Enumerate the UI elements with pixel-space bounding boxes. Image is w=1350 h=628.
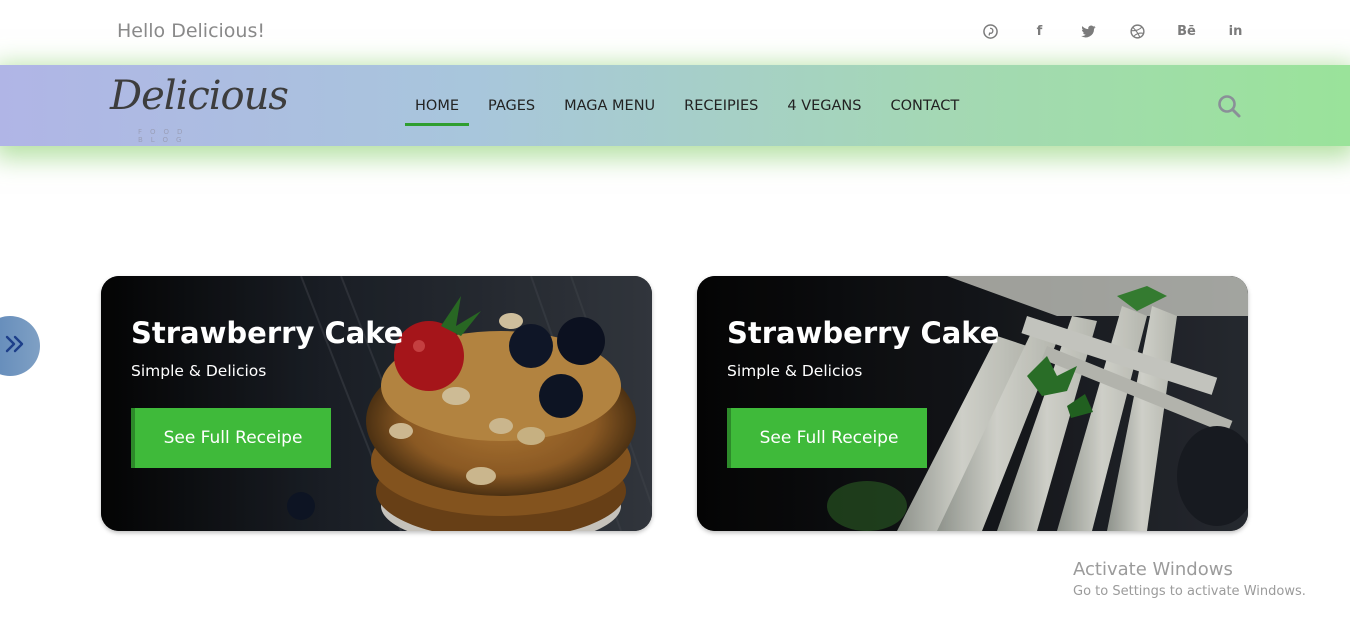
behance-icon[interactable]: Bē <box>1174 20 1199 42</box>
recipe-card: Strawberry Cake Simple & Delicios See Fu… <box>101 276 652 531</box>
nav-item-pages[interactable]: PAGES <box>478 65 545 146</box>
card-title: Strawberry Cake <box>131 316 404 350</box>
nav-item-receipies[interactable]: RECEIPIES <box>674 65 768 146</box>
side-panel-toggle[interactable] <box>0 316 40 376</box>
social-links: f Bē in <box>978 20 1248 42</box>
recipe-photo-noodles <box>697 276 1248 531</box>
facebook-icon[interactable]: f <box>1027 20 1052 42</box>
recipe-card: Strawberry Cake Simple & Delicios See Fu… <box>697 276 1248 531</box>
nav-item-4-vegans[interactable]: 4 VEGANS <box>777 65 871 146</box>
watermark-subtitle: Go to Settings to activate Windows. <box>1073 584 1306 599</box>
linkedin-icon[interactable]: in <box>1223 20 1248 42</box>
greeting-text: Hello Delicious! <box>117 20 265 42</box>
activate-windows-watermark: Activate Windows Go to Settings to activ… <box>1073 559 1306 599</box>
card-subtitle: Simple & Delicios <box>131 362 267 380</box>
site-logo[interactable]: Delicious FOOD BLOG <box>110 73 289 144</box>
nav-item-maga-menu[interactable]: MAGA MENU <box>554 65 665 146</box>
see-full-recipe-button[interactable]: See Full Receipe <box>727 408 927 468</box>
search-icon[interactable] <box>1216 93 1242 119</box>
twitter-icon[interactable] <box>1076 20 1101 42</box>
logo-name: Delicious <box>110 73 289 119</box>
nav-item-home[interactable]: HOME <box>405 65 469 146</box>
logo-tagline: FOOD BLOG <box>138 128 191 144</box>
main-navbar: Delicious FOOD BLOG HOME PAGES MAGA MENU… <box>0 65 1350 146</box>
see-full-recipe-button[interactable]: See Full Receipe <box>131 408 331 468</box>
card-title: Strawberry Cake <box>727 316 1000 350</box>
watermark-title: Activate Windows <box>1073 559 1233 580</box>
nav-item-contact[interactable]: CONTACT <box>880 65 969 146</box>
recipe-photo-pancakes <box>101 276 652 531</box>
pinterest-icon[interactable] <box>978 20 1003 42</box>
double-chevron-right-icon <box>4 334 26 359</box>
card-subtitle: Simple & Delicios <box>727 362 863 380</box>
dribbble-icon[interactable] <box>1125 20 1150 42</box>
main-menu: HOME PAGES MAGA MENU RECEIPIES 4 VEGANS … <box>405 65 978 146</box>
